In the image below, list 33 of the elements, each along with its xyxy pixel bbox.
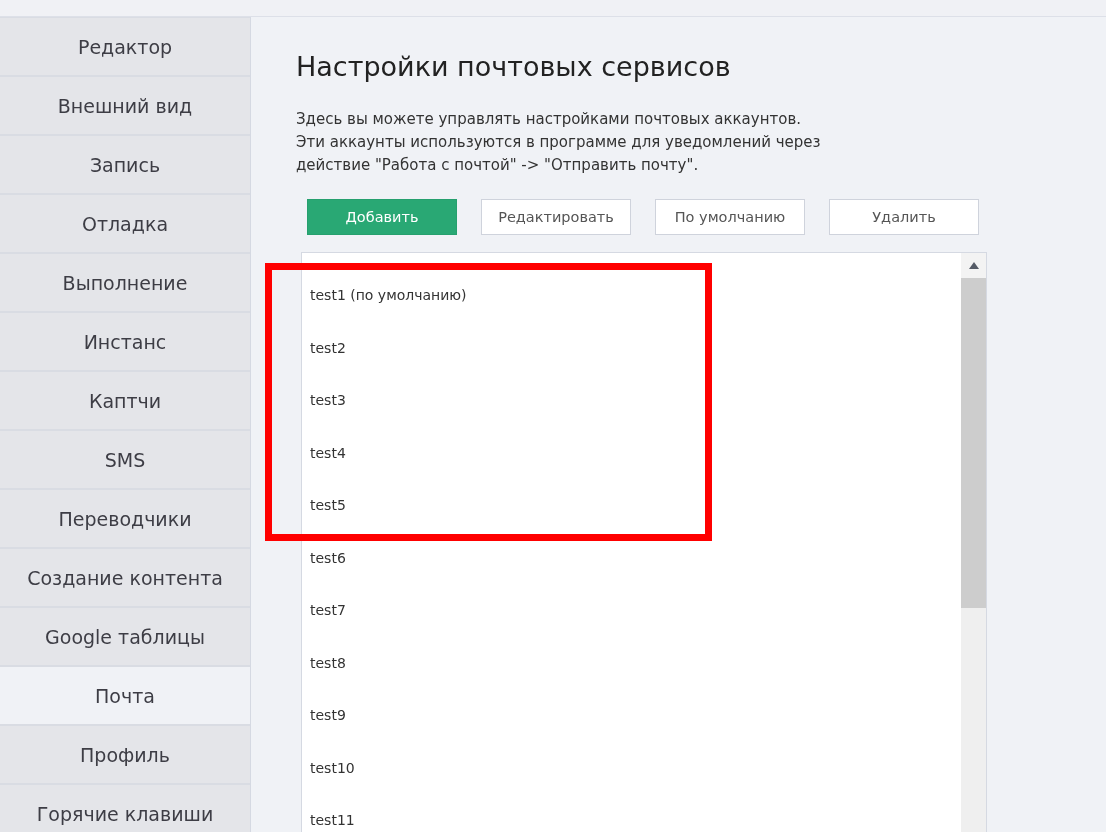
action-button[interactable]: По умолчанию	[655, 199, 805, 235]
sidebar-tab[interactable]: Переводчики	[0, 490, 250, 547]
sidebar-tab[interactable]: Инстанс	[0, 313, 250, 370]
sidebar-tab[interactable]: Профиль	[0, 726, 250, 783]
description-text: Здесь вы можете управлять настройками почтовых аккаунтов. Эти аккаунты используются в программе для уведомлений через действие "Работа с почтой" -> "Отправить почту".	[296, 109, 822, 176]
account-item[interactable]: test5	[302, 497, 961, 550]
action-button[interactable]: Удалить	[829, 199, 979, 235]
sidebar-tab[interactable]: Отладка	[0, 195, 250, 252]
sidebar-tab[interactable]: Запись	[0, 136, 250, 193]
account-item[interactable]: test6	[302, 549, 961, 602]
sidebar-tab[interactable]: Почта	[0, 667, 250, 724]
up-arrow-icon[interactable]	[968, 262, 979, 269]
account-item[interactable]: test1 (по умолчанию)	[302, 287, 961, 340]
scrollbar[interactable]	[961, 253, 986, 832]
sidebar-tab[interactable]: SMS	[0, 431, 250, 488]
account-item[interactable]: test9	[302, 707, 961, 760]
account-item[interactable]: test4	[302, 444, 961, 497]
scroll-thumb[interactable]	[961, 278, 986, 608]
account-item[interactable]: test10	[302, 759, 961, 812]
account-item[interactable]: test3	[302, 392, 961, 445]
account-item[interactable]: test11	[302, 812, 961, 832]
sidebar-tab[interactable]: Горячие клавиши	[0, 785, 250, 832]
sidebar-tab[interactable]: Создание контента	[0, 549, 250, 606]
sidebar-tab[interactable]: Редактор	[0, 18, 250, 75]
sidebar-tab[interactable]: Внешний вид	[0, 77, 250, 134]
sidebar-tab[interactable]: Каптчи	[0, 372, 250, 429]
account-item[interactable]: test7	[302, 602, 961, 655]
page-title: Настройки почтовых сервисов	[296, 51, 732, 82]
account-item[interactable]: test8	[302, 654, 961, 707]
account-item[interactable]: test2	[302, 339, 961, 392]
action-button[interactable]: Редактировать	[481, 199, 631, 235]
sidebar-tab[interactable]: Google таблицы	[0, 608, 250, 665]
sidebar-tab[interactable]: Выполнение	[0, 254, 250, 311]
